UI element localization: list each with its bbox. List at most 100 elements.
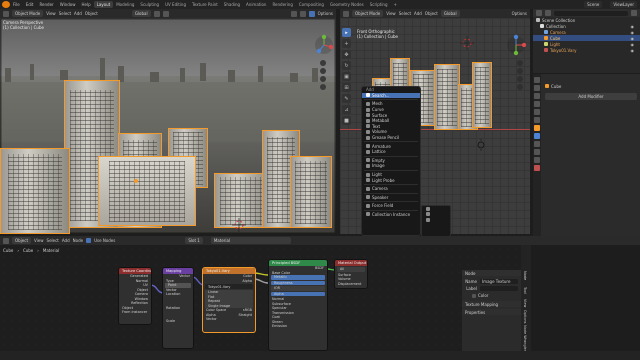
menu-object[interactable]: Object: [85, 11, 98, 16]
object-name[interactable]: Cube: [551, 84, 561, 89]
display-mode-icon[interactable]: [545, 10, 551, 16]
scale-tool-icon[interactable]: ▣: [342, 72, 351, 81]
tab-modeling[interactable]: Modeling: [113, 1, 137, 8]
checkbox-icon[interactable]: [472, 293, 476, 298]
menu-select[interactable]: Select: [399, 11, 411, 16]
grid-view-icon[interactable]: [320, 84, 326, 90]
submenu-item[interactable]: [422, 217, 450, 223]
add-menu-item[interactable]: Grease Pencil: [362, 135, 420, 141]
ortho-building-4[interactable]: [434, 64, 460, 130]
select-tool-icon[interactable]: ▸: [342, 28, 351, 37]
tab-tool[interactable]: Tool: [523, 287, 527, 294]
menu-node[interactable]: Node: [73, 238, 83, 243]
add-workspace-icon[interactable]: +: [391, 1, 400, 8]
rotate-tool-icon[interactable]: ↻: [342, 61, 351, 70]
image-selector[interactable]: Tokyo01.Vary: [205, 284, 253, 289]
camera-viewport[interactable]: Camera Perspective (1) Collection | Cube: [0, 18, 336, 234]
node-color-row[interactable]: Color: [462, 292, 521, 299]
ortho-building-6[interactable]: [472, 62, 492, 128]
tab-shading[interactable]: Shading: [221, 1, 243, 8]
output-tab-icon[interactable]: [534, 93, 540, 99]
tab-layout[interactable]: Layout: [93, 1, 114, 8]
tab-animation[interactable]: Animation: [243, 1, 269, 8]
tab-view[interactable]: View: [523, 299, 527, 307]
node-texture-coordinate[interactable]: Texture Coordinate Generated Normal UV O…: [118, 267, 152, 325]
editor-type-icon[interactable]: [3, 237, 9, 244]
tab-compositing[interactable]: Compositing: [296, 1, 327, 8]
node-mapping[interactable]: Mapping Vector Type Point Vector Locatio…: [162, 267, 194, 349]
zoom-icon[interactable]: [517, 60, 523, 66]
menu-add[interactable]: Add: [62, 238, 70, 243]
snap-icon[interactable]: [153, 10, 160, 17]
tab-uv-editing[interactable]: UV Editing: [162, 1, 189, 8]
camera-view-icon[interactable]: [517, 76, 523, 82]
menu-view[interactable]: View: [386, 11, 396, 16]
building-wide-center[interactable]: [98, 156, 196, 226]
tab-node-wrangler[interactable]: Node Wrangler: [523, 325, 527, 351]
menu-window[interactable]: Window: [57, 2, 79, 7]
annotate-tool-icon[interactable]: ✎: [342, 94, 351, 103]
pan-icon[interactable]: [320, 68, 326, 74]
proportional-edit-icon[interactable]: [162, 10, 169, 17]
tab-rendering[interactable]: Rendering: [269, 1, 295, 8]
add-menu-item[interactable]: Camera: [362, 186, 420, 192]
alpha-slider[interactable]: Alpha: [271, 291, 325, 296]
camera-view-icon[interactable]: [320, 76, 326, 82]
material-tab-icon[interactable]: [534, 165, 540, 171]
shading-material-icon[interactable]: [308, 10, 315, 17]
menu-object[interactable]: Object: [425, 11, 438, 16]
node-principled-bsdf[interactable]: Principled BSDF BSDF Base Color Metallic…: [268, 259, 328, 351]
navigation-gizmo-icon[interactable]: [506, 34, 526, 56]
node-image-texture[interactable]: Tokyo01.Vary Color Alpha Tokyo01.Vary Li…: [202, 267, 256, 333]
object-tab-icon[interactable]: [534, 125, 540, 131]
tab-texture-paint[interactable]: Texture Paint: [189, 1, 221, 8]
use-nodes-checkbox[interactable]: [86, 238, 92, 243]
menu-help[interactable]: Help: [78, 2, 93, 7]
render-tab-icon[interactable]: [534, 85, 540, 91]
mode-selector[interactable]: Object Mode: [352, 10, 384, 17]
roughness-slider[interactable]: Roughness: [271, 280, 325, 285]
move-tool-icon[interactable]: ✥: [342, 50, 351, 59]
constraints-tab-icon[interactable]: [534, 149, 540, 155]
measure-tool-icon[interactable]: ⊿: [342, 105, 351, 114]
properties-panel[interactable]: Properties: [462, 309, 521, 315]
menu-select[interactable]: Select: [59, 11, 71, 16]
zoom-icon[interactable]: [320, 60, 326, 66]
menu-add[interactable]: Add: [414, 11, 422, 16]
menu-add[interactable]: Add: [74, 11, 82, 16]
navigation-gizmo-icon[interactable]: [314, 34, 334, 56]
outliner-row[interactable]: Tokyo01.Vary ◉: [533, 47, 640, 53]
transform-tool-icon[interactable]: ⊞: [342, 83, 351, 92]
add-menu-item[interactable]: Collection Instance: [362, 212, 420, 218]
options-button[interactable]: Options: [512, 11, 527, 16]
add-menu-item[interactable]: Image: [362, 163, 420, 169]
node-editor-canvas[interactable]: Cube › Cube › Material Texture Coordinat…: [0, 245, 521, 351]
add-menu-search[interactable]: Search...: [362, 92, 420, 99]
target-dropdown[interactable]: All: [337, 267, 365, 272]
node-field-label[interactable]: Scale: [163, 319, 193, 324]
tab-node[interactable]: Node: [523, 271, 527, 280]
view-layer-tab-icon[interactable]: [534, 101, 540, 107]
node-material-output[interactable]: Material Output All Surface Volume Displ…: [334, 259, 368, 289]
scene-selector[interactable]: Scene: [584, 1, 603, 8]
node-name-field[interactable]: Image Texture: [480, 279, 518, 284]
pan-icon[interactable]: [517, 68, 523, 74]
tab-sculpting[interactable]: Sculpting: [137, 1, 162, 8]
slot-selector[interactable]: Slot 1: [185, 237, 203, 244]
scene-tab-icon[interactable]: [534, 109, 540, 115]
tab-options[interactable]: Options: [523, 310, 527, 324]
menu-view[interactable]: View: [46, 11, 56, 16]
data-tab-icon[interactable]: [534, 157, 540, 163]
filter-icon[interactable]: [631, 10, 637, 16]
visibility-eye-icon[interactable]: ◉: [631, 24, 635, 29]
menu-select[interactable]: Select: [47, 238, 59, 243]
cursor-tool-icon[interactable]: +: [342, 39, 351, 48]
material-selector[interactable]: Material: [210, 237, 291, 244]
shader-type-selector[interactable]: Object: [12, 237, 32, 244]
outliner-search-field[interactable]: [554, 10, 628, 16]
physics-tab-icon[interactable]: [534, 141, 540, 147]
texture-mapping-panel[interactable]: Texture Mapping: [462, 301, 521, 307]
modifier-tab-icon[interactable]: [534, 133, 540, 139]
shading-solid-icon[interactable]: [299, 10, 306, 17]
add-menu-item[interactable]: Force Field: [362, 203, 420, 209]
